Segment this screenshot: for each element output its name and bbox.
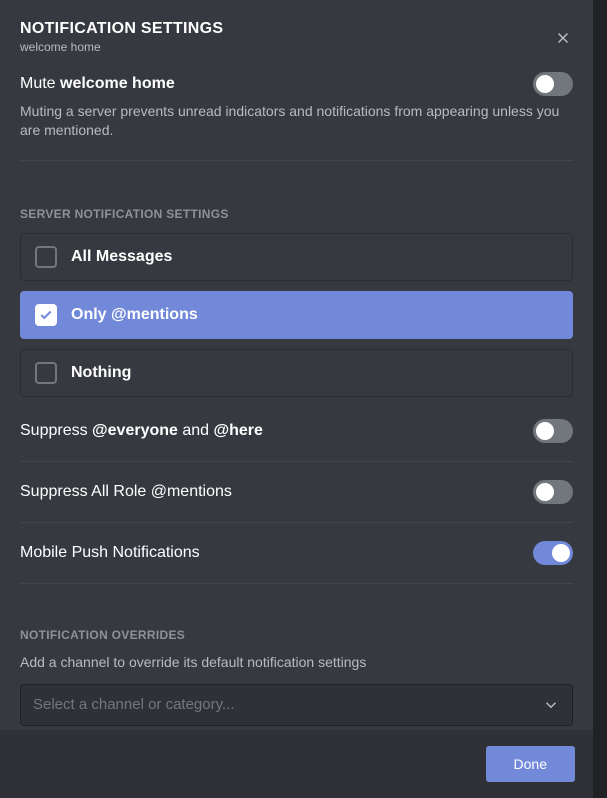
mobile-push-label: Mobile Push Notifications	[20, 544, 200, 562]
radio-only-mentions[interactable]: Only @mentions	[20, 291, 573, 339]
close-icon	[554, 29, 572, 47]
radio-label: Nothing	[71, 364, 131, 382]
radio-label: Only @mentions	[71, 306, 198, 324]
modal-footer: Done	[0, 730, 593, 798]
suppress-everyone-toggle[interactable]	[533, 419, 573, 443]
radio-all-messages[interactable]: All Messages	[20, 233, 573, 281]
server-name: welcome home	[20, 40, 543, 54]
suppress-roles-toggle[interactable]	[533, 480, 573, 504]
modal-header: NOTIFICATION SETTINGS welcome home	[20, 20, 573, 54]
overrides-description: Add a channel to override its default no…	[20, 654, 573, 670]
mobile-push-toggle[interactable]	[533, 541, 573, 565]
select-placeholder: Select a channel or category...	[33, 696, 235, 713]
channel-select[interactable]: Select a channel or category...	[20, 684, 573, 726]
suppress-everyone-label: Suppress @everyone and @here	[20, 422, 263, 440]
close-button[interactable]	[553, 28, 573, 48]
radio-nothing[interactable]: Nothing	[20, 349, 573, 397]
checkbox-icon	[35, 246, 57, 268]
notification-radio-group: All Messages Only @mentions Nothing	[20, 233, 573, 397]
radio-label: All Messages	[71, 248, 172, 266]
checkbox-icon	[35, 362, 57, 384]
mute-toggle[interactable]	[533, 72, 573, 96]
divider	[20, 160, 573, 161]
notification-settings-modal: NOTIFICATION SETTINGS welcome home Mute …	[0, 0, 593, 798]
mute-description: Muting a server prevents unread indicato…	[20, 102, 573, 140]
scrollbar[interactable]	[597, 3, 603, 715]
overrides-heading: NOTIFICATION OVERRIDES	[20, 628, 573, 642]
checkbox-icon	[35, 304, 57, 326]
divider	[20, 522, 573, 523]
divider	[20, 461, 573, 462]
divider	[20, 583, 573, 584]
server-notif-heading: SERVER NOTIFICATION SETTINGS	[20, 207, 573, 221]
done-button[interactable]: Done	[486, 746, 575, 782]
suppress-roles-label: Suppress All Role @mentions	[20, 483, 232, 501]
chevron-down-icon	[542, 696, 560, 714]
modal-title: NOTIFICATION SETTINGS	[20, 20, 543, 38]
mute-label: Mute welcome home	[20, 75, 175, 93]
